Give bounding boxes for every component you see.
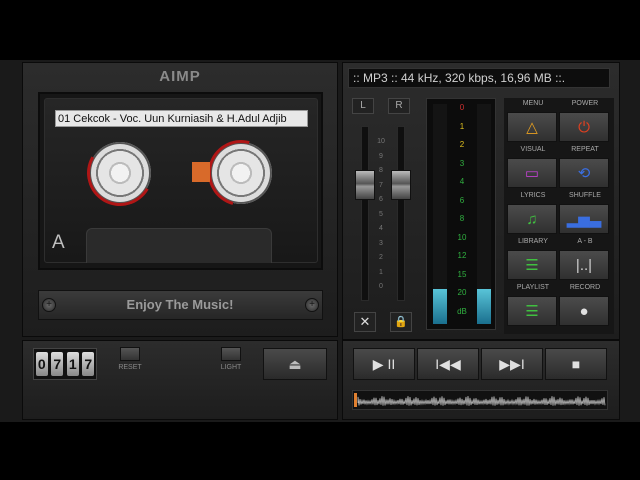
grid-label: MENU <box>522 100 544 107</box>
vu-scale-label: 0 <box>459 103 465 112</box>
screw-icon: + <box>305 298 319 312</box>
volume-scale-label: 2 <box>379 254 383 261</box>
app-logo: AIMP <box>159 68 201 85</box>
volume-scale-label: 5 <box>379 210 383 218</box>
volume-scale-label: 6 <box>379 196 383 203</box>
volume-scale-label: 1 <box>379 268 383 276</box>
grid-label: VISUAL <box>520 146 546 153</box>
record-button[interactable]: ● <box>559 296 609 326</box>
grid-label: SHUFFLE <box>569 192 601 199</box>
vu-scale-label: 10 <box>457 232 467 242</box>
vu-bar-right <box>477 289 491 324</box>
monitor-icon: ▭ <box>524 165 540 182</box>
seek-waveform[interactable] <box>352 390 608 410</box>
vu-scale-label: 12 <box>457 251 467 260</box>
power-button[interactable]: ⏻ <box>559 112 609 142</box>
screw-icon: + <box>42 298 56 312</box>
volume-scale-label: 10 <box>377 138 385 145</box>
slogan-text: Enjoy The Music! <box>126 297 234 312</box>
lock-button[interactable]: 🔒 <box>390 312 412 332</box>
vu-scale-label: 6 <box>459 195 465 205</box>
right-volume-track <box>397 126 405 301</box>
file-info: :: MP3 :: 44 kHz, 320 kbps, 16,96 MB ::. <box>348 68 610 88</box>
grid-label: POWER <box>571 100 599 107</box>
reset-button[interactable] <box>120 347 140 361</box>
side-label: A <box>52 232 65 253</box>
volume-scale-label: 7 <box>379 181 383 189</box>
counter-digit: 7 <box>51 352 64 376</box>
library-button[interactable]: ☰ <box>507 250 557 280</box>
shuffle-button[interactable]: ▂▅▃ <box>559 204 609 234</box>
equalizer-icon: ▂▅▃ <box>566 211 602 228</box>
vu-scale-label: 20 <box>457 288 467 297</box>
lyrics-button[interactable]: ♫ <box>507 204 557 234</box>
vu-scale-label: 1 <box>459 121 465 131</box>
vu-bar-left <box>433 289 447 324</box>
stop-button[interactable]: ■ <box>545 348 607 380</box>
grid-label: LIBRARY <box>518 238 548 245</box>
power-icon: ⏻ <box>578 118 590 136</box>
volume-scale-label: 4 <box>379 225 383 232</box>
record-icon: ● <box>579 302 589 320</box>
volume-scale-label: 0 <box>379 283 383 290</box>
grid-label: A - B <box>577 238 593 245</box>
counter-digit: 7 <box>82 352 95 376</box>
counter-digit: 1 <box>66 352 79 376</box>
light-label: LIGHT <box>220 364 242 371</box>
counter-digit: 0 <box>35 352 48 376</box>
volume-scale-label: 8 <box>379 167 383 174</box>
tape-window <box>192 162 210 182</box>
next-button[interactable]: ▶▶I <box>481 348 543 380</box>
right-volume-slider[interactable] <box>391 170 411 200</box>
visual-button[interactable]: ▭ <box>507 158 557 188</box>
list-icon: ☰ <box>525 257 539 274</box>
playlist-button[interactable]: ☰ <box>507 296 557 326</box>
left-channel-button[interactable]: L <box>352 98 374 114</box>
play-pause-button[interactable]: ▶ II <box>353 348 415 380</box>
volume-scale-label: 3 <box>379 239 383 247</box>
triangle-icon: △ <box>526 119 538 136</box>
lyrics-icon: ♫ <box>526 210 538 228</box>
ab-loop-icon: |..| <box>575 256 593 274</box>
vu-scale-label: dB <box>457 306 467 316</box>
reset-label: RESET <box>118 364 142 371</box>
eject-button[interactable]: ⏏ <box>263 348 327 380</box>
waveform-graphic <box>357 396 606 406</box>
grid-label: RECORD <box>569 284 601 291</box>
vu-scale-label: 3 <box>459 158 465 168</box>
waveform-path <box>357 396 606 406</box>
menu-button[interactable]: △ <box>507 112 557 142</box>
vu-scale-label: 8 <box>459 214 465 223</box>
vu-scale-label: 15 <box>457 269 467 279</box>
tape-counter: 0 7 1 7 <box>33 348 97 380</box>
right-channel-button[interactable]: R <box>388 98 410 114</box>
track-label: 01 Cekcok - Voc. Uun Kurniasih & H.Adul … <box>55 110 308 127</box>
repeat-icon: ⟲ <box>577 165 591 182</box>
repeat-button[interactable]: ⟲ <box>559 158 609 188</box>
left-volume-track <box>361 126 369 301</box>
a-b-button[interactable]: |..| <box>559 250 609 280</box>
cassette-bottom <box>86 228 272 263</box>
volume-scale-label: 9 <box>379 152 383 160</box>
vu-meter: 0 1 2 3 4 6 8 10 12 15 20 dB <box>426 98 496 330</box>
left-volume-slider[interactable] <box>355 170 375 200</box>
light-button[interactable] <box>221 347 241 361</box>
vu-scale-label: 4 <box>459 177 465 186</box>
vu-scale-label: 2 <box>459 140 465 149</box>
previous-button[interactable]: I◀◀ <box>417 348 479 380</box>
grid-label: PLAYLIST <box>516 284 550 291</box>
grid-label: LYRICS <box>520 192 546 199</box>
mute-button[interactable]: ✕ <box>354 312 376 332</box>
playlist-icon: ☰ <box>525 303 539 320</box>
grid-label: REPEAT <box>571 146 599 153</box>
